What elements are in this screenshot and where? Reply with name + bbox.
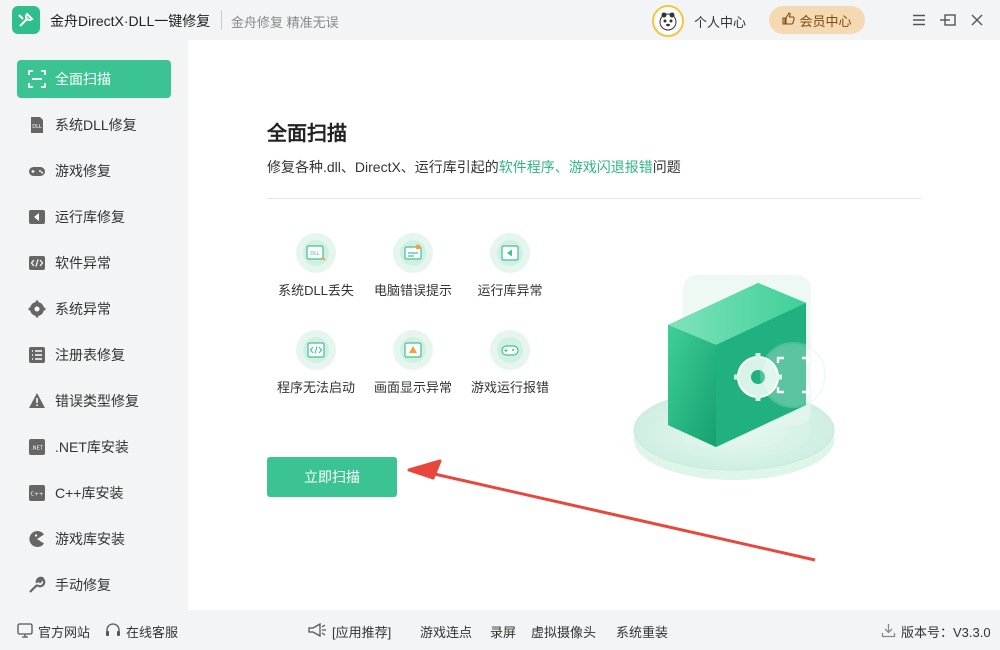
feature-display-error: 画面显示异常 (363, 330, 463, 396)
sidebar-item-label: 游戏修复 (55, 163, 111, 179)
cpp-icon: C++ (27, 483, 47, 503)
thumbs-up-icon (782, 12, 796, 28)
app-title: 金舟DirectX·DLL一键修复 (50, 13, 211, 29)
monitor-icon (17, 622, 33, 641)
page-description: 修复各种.dll、DirectX、运行库引起的软件程序、游戏闪退报错问题 (267, 157, 681, 177)
title-divider (221, 10, 222, 30)
sidebar-item-system-error[interactable]: 系统异常 (17, 290, 171, 328)
headset-icon (105, 622, 121, 641)
feature-error-prompt: 电脑错误提示 (363, 233, 463, 299)
feature-label: 系统DLL丢失 (278, 283, 354, 298)
sidebar-item-software-error[interactable]: 软件异常 (17, 244, 171, 282)
error-prompt-icon (393, 233, 433, 273)
dll-missing-icon: DLL (296, 233, 336, 273)
sidebar-item-label: 全面扫描 (55, 71, 111, 87)
vip-center-button[interactable]: 会员中心 (769, 6, 865, 34)
footer-link-system-reinstall[interactable]: 系统重装 (616, 622, 668, 641)
svg-text:DLL: DLL (310, 251, 320, 257)
wrench-icon (27, 575, 47, 595)
megaphone-icon (307, 622, 327, 641)
gear-icon (27, 299, 47, 319)
sidebar-item-registry-repair[interactable]: 注册表修复 (17, 336, 171, 374)
version-info: 版本号：V3.3.0 (881, 622, 991, 641)
footer: 官方网站 在线客服 [应用推荐] 游戏连点 录屏 虚拟摄像头 系统重装 版本号：… (0, 610, 1000, 650)
feature-label: 程序无法启动 (276, 380, 355, 395)
app-recommend-label: [应用推荐] (332, 625, 392, 640)
desc-prefix: 修复各种.dll、DirectX、运行库引起的 (267, 159, 499, 175)
game-error-icon (490, 330, 530, 370)
feature-runtime-error: 运行库异常 (460, 233, 560, 299)
svg-text:DLL: DLL (32, 124, 42, 130)
sidebar: 全面扫描 DLL 系统DLL修复 游戏修复 运行库修复 软件异常 系统异常 注册… (0, 40, 188, 610)
menu-icon[interactable] (908, 9, 930, 31)
footer-link-virtual-camera[interactable]: 虚拟摄像头 (531, 622, 596, 641)
feature-dll-missing: DLL 系统DLL丢失 (266, 233, 366, 299)
sidebar-item-label: 系统异常 (55, 301, 111, 317)
online-support-label: 在线客服 (126, 625, 179, 640)
runtime-icon (27, 207, 47, 227)
gamepad-icon (27, 161, 47, 181)
desc-highlight: 软件程序、游戏闪退报错 (498, 159, 653, 175)
page-title: 全面扫描 (267, 123, 347, 145)
sidebar-item-label: C++库安装 (55, 485, 124, 501)
code-icon (27, 253, 47, 273)
sidebar-item-manual-repair[interactable]: 手动修复 (17, 566, 171, 604)
feature-label: 游戏运行报错 (470, 380, 549, 395)
svg-text:C++: C++ (30, 492, 43, 498)
dll-icon: DLL (27, 115, 47, 135)
download-icon (881, 623, 896, 641)
scan-illustration (628, 265, 848, 485)
sidebar-item-label: 游戏库安装 (55, 531, 125, 547)
display-error-icon (393, 330, 433, 370)
warning-icon (27, 391, 47, 411)
sidebar-item-label: 注册表修复 (55, 347, 125, 363)
sidebar-item-error-type-repair[interactable]: 错误类型修复 (17, 382, 171, 420)
sidebar-item-runtime-repair[interactable]: 运行库修复 (17, 198, 171, 236)
divider (267, 198, 921, 199)
sidebar-item-label: 错误类型修复 (55, 393, 139, 409)
version-label: 版本号：V3.3.0 (901, 625, 991, 640)
sidebar-item-label: .NET库安装 (55, 439, 129, 455)
personal-center-link[interactable]: 个人中心 (694, 12, 746, 31)
sidebar-item-cpp-install[interactable]: C++ C++库安装 (17, 474, 171, 512)
feature-label: 运行库异常 (477, 283, 543, 298)
scan-now-button[interactable]: 立即扫描 (267, 457, 397, 497)
feature-game-error: 游戏运行报错 (460, 330, 560, 396)
sidebar-item-game-library-install[interactable]: 游戏库安装 (17, 520, 171, 558)
user-avatar[interactable] (652, 5, 684, 37)
sidebar-item-label: 手动修复 (55, 577, 111, 593)
main-panel: 全面扫描 修复各种.dll、DirectX、运行库引起的软件程序、游戏闪退报错问… (188, 40, 1000, 610)
desc-suffix: 问题 (652, 159, 681, 175)
sidebar-item-system-dll[interactable]: DLL 系统DLL修复 (17, 106, 171, 144)
scan-icon (27, 69, 47, 89)
official-website-label: 官方网站 (38, 625, 91, 640)
official-website-link[interactable]: 官方网站 (17, 622, 90, 641)
close-icon[interactable] (966, 9, 988, 31)
runtime-error-icon (490, 233, 530, 273)
footer-link-auto-clicker[interactable]: 游戏连点 (420, 622, 472, 641)
pacman-icon (27, 529, 47, 549)
title-bar: 金舟DirectX·DLL一键修复 金舟修复 精准无误 个人中心 会员中心 (0, 0, 1000, 40)
svg-text:.NET: .NET (31, 446, 43, 452)
feature-program-cannot-start: 程序无法启动 (266, 330, 366, 396)
dotnet-icon: .NET (27, 437, 47, 457)
sidebar-item-dotnet-install[interactable]: .NET .NET库安装 (17, 428, 171, 466)
program-start-icon (296, 330, 336, 370)
app-slogan: 金舟修复 精准无误 (231, 15, 339, 30)
sidebar-item-label: 系统DLL修复 (55, 117, 137, 133)
feature-label: 电脑错误提示 (373, 283, 452, 298)
app-logo-icon (12, 6, 40, 34)
sidebar-item-label: 运行库修复 (55, 209, 125, 225)
online-support-link[interactable]: 在线客服 (105, 622, 178, 641)
app-recommend: [应用推荐] (307, 622, 391, 641)
vip-center-label: 会员中心 (799, 13, 852, 29)
footer-link-screen-record[interactable]: 录屏 (490, 622, 516, 641)
sidebar-item-full-scan[interactable]: 全面扫描 (17, 60, 171, 98)
sidebar-item-label: 软件异常 (55, 255, 111, 271)
list-icon (27, 345, 47, 365)
feature-label: 画面显示异常 (373, 380, 452, 395)
sidebar-item-game-repair[interactable]: 游戏修复 (17, 152, 171, 190)
maximize-icon[interactable] (939, 9, 961, 31)
